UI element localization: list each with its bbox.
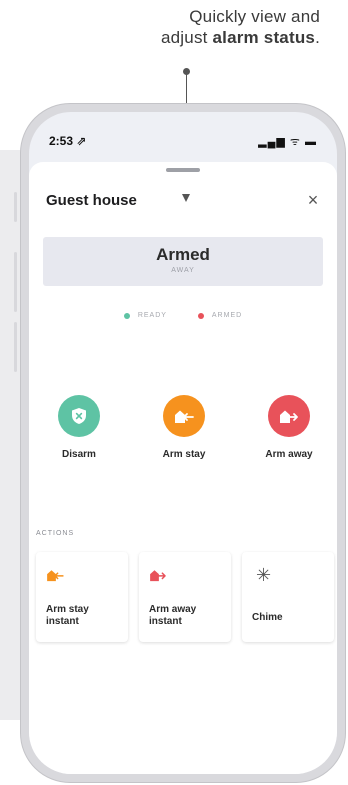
house-arrow-in-icon	[175, 410, 194, 423]
caption-line-2: adjust alarm status.	[60, 27, 320, 48]
legend-armed: ARMED	[197, 312, 243, 319]
arm-away-instant-button[interactable]: Arm away instant	[139, 552, 231, 642]
arm-away-instant-label: Arm away instant	[149, 604, 197, 627]
arm-away-circle[interactable]	[268, 395, 310, 437]
chime-label: Chime	[252, 612, 283, 623]
arm-buttons: Disarm Arm stay Arm away	[29, 395, 337, 475]
legend-armed-label: ARMED	[211, 312, 243, 319]
ready-dot-icon	[123, 312, 130, 319]
alarm-status-card: Armed AWAY	[43, 237, 323, 286]
arm-stay-circle[interactable]	[163, 395, 205, 437]
disarm-button[interactable]: Disarm	[40, 395, 118, 460]
arm-stay-instant-label: Arm stay instant	[46, 604, 89, 627]
alarm-status: Armed	[156, 245, 210, 264]
house-arrow-out-icon	[280, 410, 298, 423]
asterisk-icon: ✳	[256, 565, 272, 585]
house-arrow-in-icon	[47, 570, 64, 582]
pointer-arrowhead	[182, 194, 190, 202]
arm-stay-label: Arm stay	[162, 449, 206, 460]
shield-icon	[72, 408, 86, 424]
actions-title: ACTIONS	[36, 530, 75, 537]
legend-ready-label: READY	[137, 312, 167, 319]
actions-row: Arm stay instant Arm away instant ✳ Chim…	[36, 552, 337, 642]
sheet-grabber[interactable]	[166, 168, 200, 172]
arm-stay-button[interactable]: Arm stay	[145, 395, 223, 460]
legend: READY ARMED	[29, 312, 337, 321]
legend-ready: READY	[123, 312, 167, 319]
arm-away-button[interactable]: Arm away	[250, 395, 328, 460]
armed-dot-icon	[197, 312, 204, 319]
status-time: 2:53 ⇗	[49, 134, 87, 148]
arm-stay-instant-button[interactable]: Arm stay instant	[36, 552, 128, 642]
caption-line-2-suffix: .	[315, 28, 320, 47]
house-arrow-out-icon	[150, 570, 166, 582]
caption-line-1: Quickly view and	[189, 7, 320, 26]
status-bar: 2:53 ⇗ ▂▄▆ ᯤ ▬	[29, 112, 337, 154]
phone-frame: 2:53 ⇗ ▂▄▆ ᯤ ▬ Guest house × Armed AWAY …	[20, 103, 346, 783]
caption-line-2-prefix: adjust	[161, 28, 213, 47]
background-divider	[14, 322, 17, 372]
disarm-circle[interactable]	[58, 395, 100, 437]
close-button[interactable]: ×	[303, 190, 323, 210]
status-icons: ▂▄▆ ᯤ ▬	[258, 136, 317, 148]
arm-away-label: Arm away	[265, 449, 313, 460]
sheet-title: Guest house	[46, 192, 137, 209]
bottom-sheet: Guest house × Armed AWAY READY ARMED Dis…	[29, 162, 337, 774]
background-divider	[14, 192, 17, 222]
chime-button[interactable]: ✳ Chime	[242, 552, 334, 642]
phone-screen: 2:53 ⇗ ▂▄▆ ᯤ ▬ Guest house × Armed AWAY …	[29, 112, 337, 774]
disarm-label: Disarm	[62, 449, 96, 460]
alarm-mode: AWAY	[171, 267, 195, 274]
background-divider	[14, 252, 17, 312]
caption: Quickly view and adjust alarm status.	[60, 6, 320, 48]
caption-emphasis: alarm status	[212, 28, 316, 47]
